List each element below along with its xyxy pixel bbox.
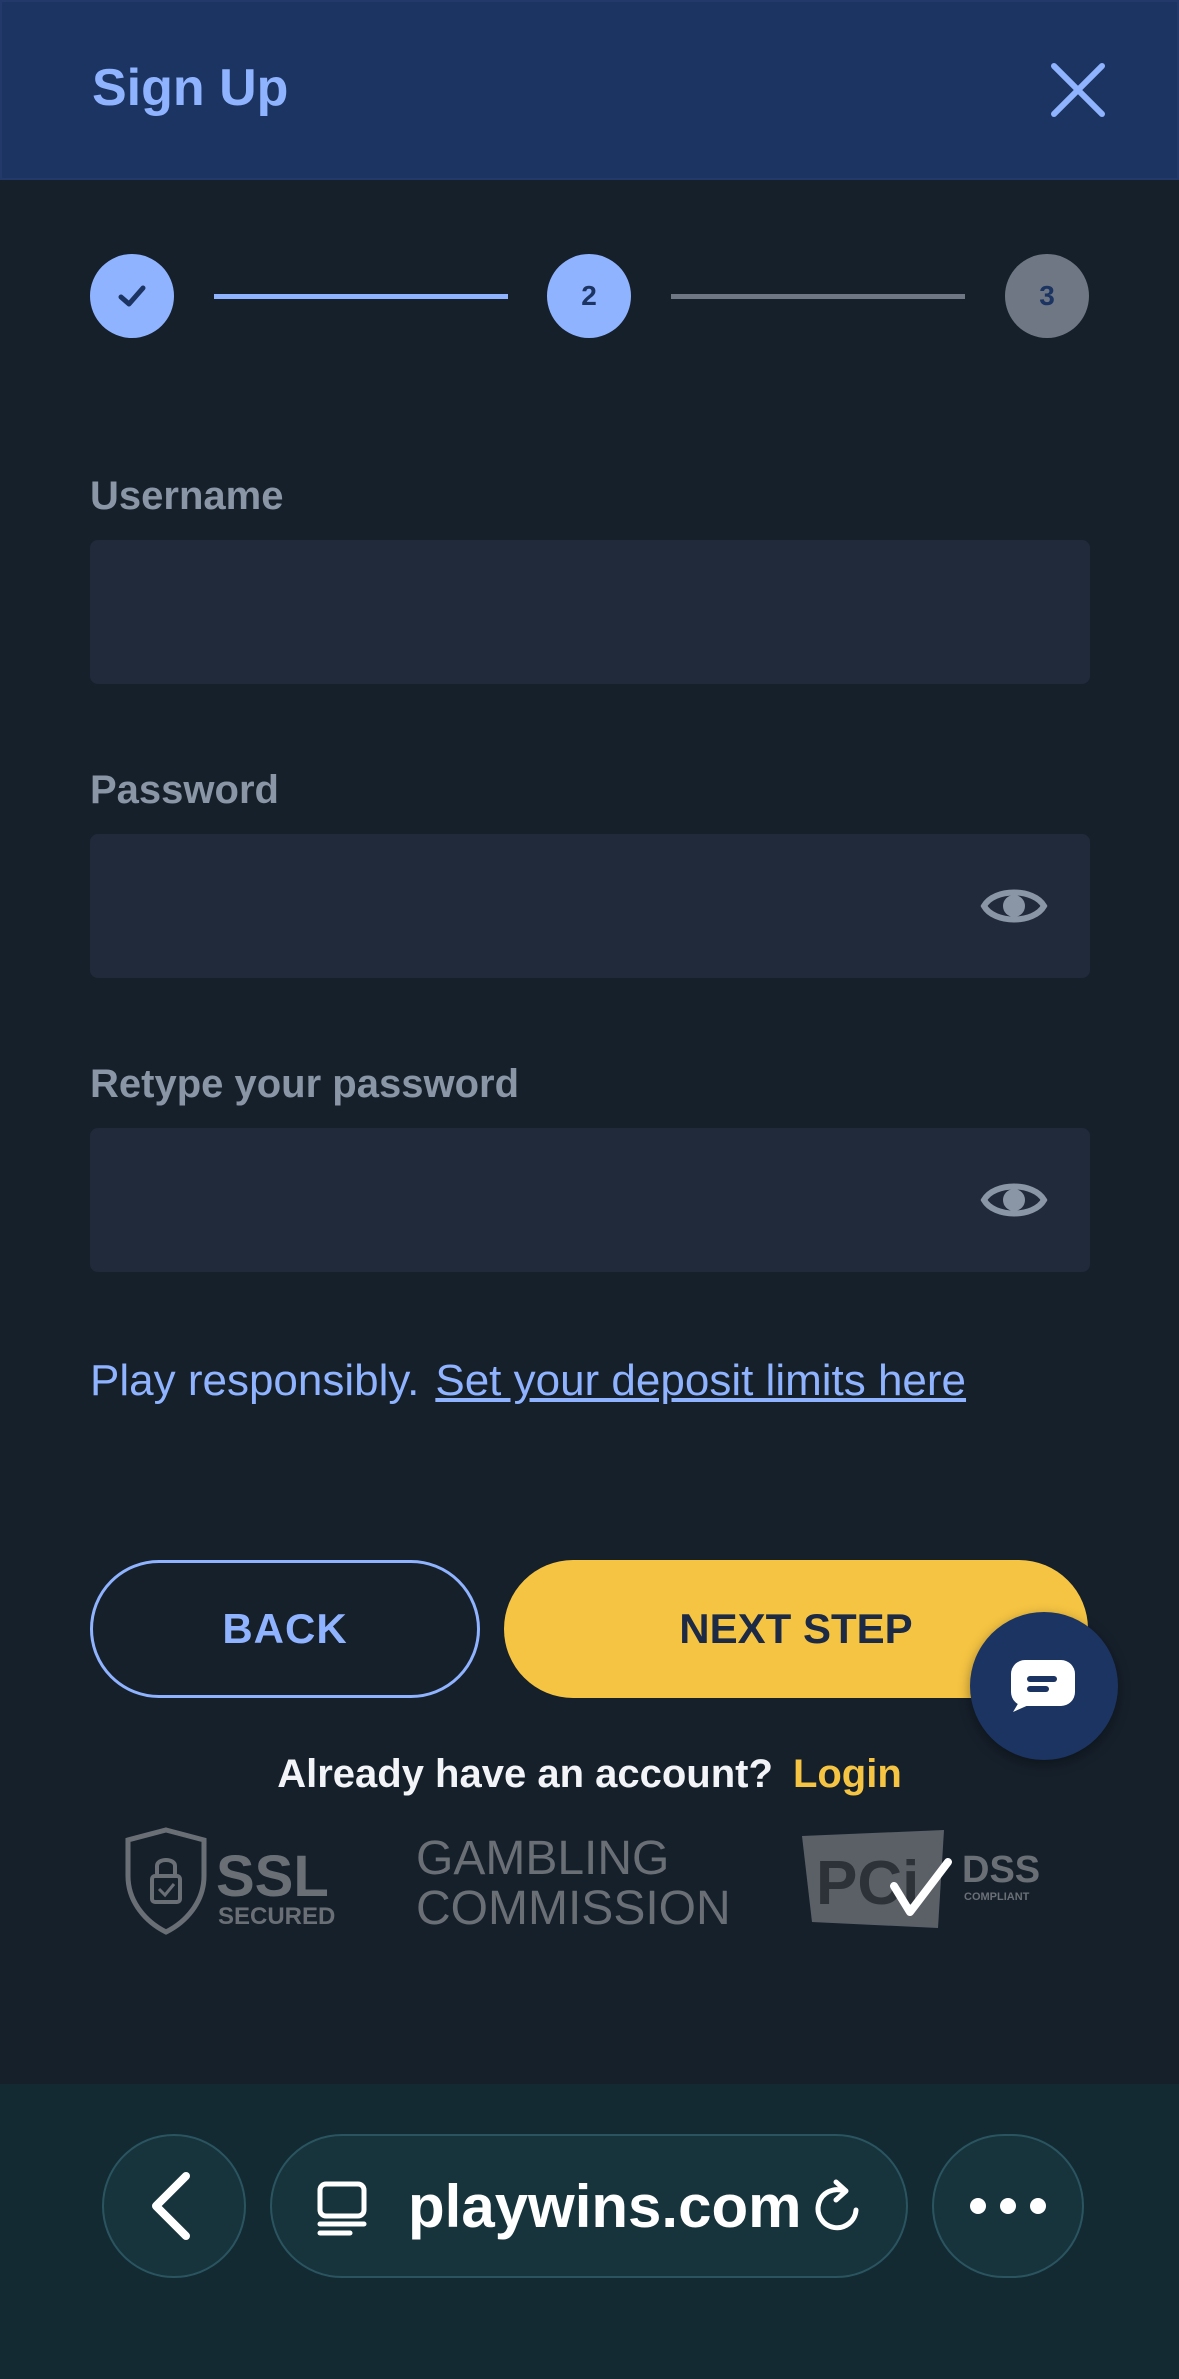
step-2-current: 2 xyxy=(547,254,631,338)
browser-more-button[interactable] xyxy=(932,2134,1084,2278)
close-icon[interactable] xyxy=(1042,54,1114,126)
commission-text: COMMISSION xyxy=(416,1882,731,1935)
username-label: Username xyxy=(90,474,284,518)
more-dots-icon xyxy=(970,2198,1046,2214)
responsible-gambling-note: Play responsibly. Set your deposit limits… xyxy=(90,1356,966,1406)
retype-password-label: Retype your password xyxy=(90,1062,520,1106)
chevron-left-icon xyxy=(152,2172,190,2240)
show-retype-password-eye-icon[interactable] xyxy=(978,1164,1050,1236)
chat-button[interactable] xyxy=(970,1612,1118,1760)
header-bar: Sign Up xyxy=(0,0,1179,180)
reload-icon[interactable] xyxy=(808,2178,868,2238)
gambling-commission-logo: GAMBLING COMMISSION xyxy=(416,1832,731,1935)
chat-icon xyxy=(1011,1660,1075,1712)
step-connector-1 xyxy=(214,294,508,299)
check-icon xyxy=(118,285,146,307)
back-button[interactable]: BACK xyxy=(90,1560,480,1698)
step-1-complete xyxy=(90,254,174,338)
responsible-text: Play responsibly. xyxy=(90,1356,420,1405)
ssl-text: SSL xyxy=(216,1844,329,1909)
step-3-pending: 3 xyxy=(1005,254,1089,338)
deposit-limits-link[interactable]: Set your deposit limits here xyxy=(435,1356,966,1405)
browser-back-button[interactable] xyxy=(102,2134,246,2278)
ssl-secured-text: SECURED xyxy=(218,1903,335,1930)
login-prompt-line: Already have an account? Login xyxy=(0,1752,1179,1797)
browser-toolbar: playwins.com xyxy=(0,2084,1179,2379)
step-connector-2 xyxy=(671,294,965,299)
tabs-icon xyxy=(317,2181,367,2236)
password-label: Password xyxy=(90,768,279,812)
password-input[interactable] xyxy=(90,834,1090,978)
gambling-text: GAMBLING xyxy=(416,1832,669,1885)
login-prompt: Already have an account? xyxy=(277,1752,773,1796)
compliant-text: COMPLIANT xyxy=(964,1891,1030,1903)
show-password-eye-icon[interactable] xyxy=(978,870,1050,942)
retype-password-input[interactable] xyxy=(90,1128,1090,1272)
page-title: Sign Up xyxy=(92,59,289,117)
address-bar[interactable]: playwins.com xyxy=(270,2134,908,2278)
dss-text: DSS xyxy=(962,1849,1040,1891)
username-input[interactable] xyxy=(90,540,1090,684)
ssl-secured-logo: SSL SECURED xyxy=(125,1827,335,1935)
url-text: playwins.com xyxy=(408,2173,802,2240)
login-link[interactable]: Login xyxy=(793,1752,902,1796)
pci-dss-logo: PCi DSS COMPLIANT xyxy=(802,1830,1040,1928)
